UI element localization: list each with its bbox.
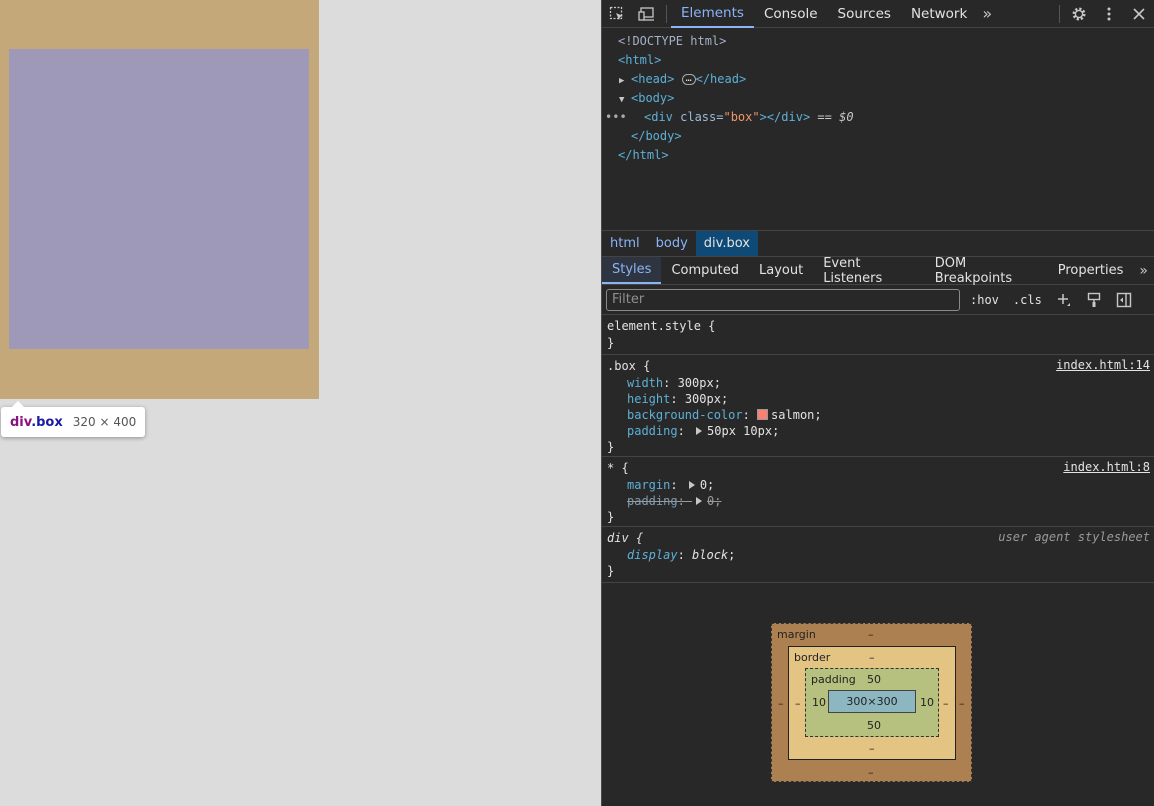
hov-toggle-button[interactable]: :hov (966, 293, 1003, 307)
margin-right-value[interactable]: – (959, 697, 965, 710)
border-label: border (794, 651, 831, 664)
tooltip-selector: div.box (10, 414, 63, 430)
subtab-layout[interactable]: Layout (749, 257, 813, 284)
border-right-value[interactable]: – (943, 697, 949, 710)
border-left-value[interactable]: – (795, 697, 801, 710)
tab-elements[interactable]: Elements (671, 0, 754, 28)
inspect-element-icon[interactable] (602, 0, 632, 28)
collapsed-ellipsis-icon[interactable]: … (681, 74, 696, 85)
declaration-margin[interactable]: margin: 0; (607, 477, 1149, 493)
dom-node-body-close[interactable]: </body> (602, 127, 1154, 146)
padding-right-value[interactable]: 10 (920, 696, 934, 709)
page-viewport: div.box 320 × 400 (0, 0, 601, 806)
box-model-content[interactable]: 300×300 (828, 690, 916, 713)
tab-sources[interactable]: Sources (828, 0, 901, 28)
rule-div-user-agent: div { user agent stylesheet display: blo… (602, 527, 1154, 583)
padding-bottom-value[interactable]: 50 (867, 719, 881, 732)
rule-source-label: user agent stylesheet (998, 530, 1150, 544)
device-toolbar-icon[interactable] (632, 0, 662, 28)
declaration-background-color[interactable]: background-color: salmon; (607, 407, 1149, 423)
declaration-padding[interactable]: padding: 50px 10px; (607, 423, 1149, 439)
expand-shorthand-icon[interactable] (696, 497, 703, 505)
cls-toggle-button[interactable]: .cls (1009, 293, 1046, 307)
subtab-computed[interactable]: Computed (661, 257, 749, 284)
expand-shorthand-icon[interactable] (696, 427, 703, 435)
dom-node-html-close[interactable]: </html> (602, 146, 1154, 165)
tooltip-dimensions: 320 × 400 (72, 415, 137, 429)
devtools-toolbar: Elements Console Sources Network » (602, 0, 1154, 28)
node-actions-dots-icon[interactable]: ••• (605, 108, 627, 127)
rule-source-link[interactable]: index.html:8 (1063, 460, 1150, 474)
inspect-tooltip: div.box 320 × 400 (1, 401, 146, 437)
box-model-border[interactable]: border – – – – padding 50 50 10 10 300×3… (788, 646, 956, 760)
padding-label: padding (811, 673, 856, 686)
close-devtools-icon[interactable] (1124, 0, 1154, 28)
more-subtabs-chevron-icon[interactable]: » (1133, 257, 1154, 284)
subtab-event-listeners[interactable]: Event Listeners (813, 256, 925, 286)
color-swatch[interactable] (757, 409, 769, 420)
box-model-margin[interactable]: margin – – – – border – – – – padding 50… (771, 623, 972, 782)
more-tabs-chevron-icon[interactable]: » (977, 0, 997, 28)
dom-node-div-box-selected[interactable]: ••• <div class="box"></div> == $0 (602, 108, 1154, 127)
kebab-menu-icon[interactable] (1094, 0, 1124, 28)
toggle-sidebar-icon[interactable] (1112, 289, 1136, 311)
breadcrumb-div-box[interactable]: div.box (695, 231, 758, 256)
dom-node-doctype[interactable]: <!DOCTYPE html> (602, 32, 1154, 51)
toolbar-divider (1059, 4, 1060, 23)
styles-filter-input[interactable] (606, 288, 960, 311)
dom-tree: <!DOCTYPE html> <html> ▶ <head> … </head> … (602, 28, 1154, 230)
declaration-padding-overridden[interactable]: padding: 0; (607, 493, 1149, 509)
toolbar-divider (666, 4, 667, 23)
breadcrumb-html[interactable]: html (602, 231, 648, 256)
new-style-rule-plus-icon[interactable] (1052, 289, 1076, 311)
tab-network[interactable]: Network (901, 0, 977, 28)
rule-selector[interactable]: element.style { (607, 318, 1149, 335)
box-model-padding[interactable]: padding 50 50 10 10 300×300 (805, 668, 939, 737)
rule-universal: * { index.html:8 margin: 0; padding: 0; … (602, 457, 1154, 527)
margin-top-value[interactable]: – (868, 628, 874, 641)
margin-label: margin (777, 628, 816, 641)
dom-node-body[interactable]: ▼ <body> (602, 89, 1154, 108)
margin-left-value[interactable]: – (778, 697, 784, 710)
styles-filter-bar: :hov .cls (602, 285, 1154, 315)
rule-element-style: element.style { } (602, 315, 1154, 355)
subtab-styles[interactable]: Styles (602, 257, 662, 284)
declaration-height[interactable]: height: 300px; (607, 391, 1149, 407)
border-top-value[interactable]: – (869, 651, 875, 664)
dom-node-head[interactable]: ▶ <head> … </head> (602, 70, 1154, 89)
padding-left-value[interactable]: 10 (812, 696, 826, 709)
element-highlight-content (9, 49, 309, 349)
rule-box: .box { index.html:14 width: 300px; heigh… (602, 355, 1154, 457)
dom-node-html[interactable]: <html> (602, 51, 1154, 70)
element-highlight-padding (0, 0, 319, 399)
paint-brush-icon[interactable] (1082, 289, 1106, 311)
breadcrumb: html body div.box (602, 230, 1154, 257)
style-rules-pane: element.style { } .box { index.html:14 w… (602, 315, 1154, 583)
border-bottom-value[interactable]: – (869, 742, 875, 755)
subtab-dom-breakpoints[interactable]: DOM Breakpoints (925, 256, 1048, 286)
subtab-properties[interactable]: Properties (1048, 257, 1134, 284)
settings-gear-icon[interactable] (1064, 0, 1094, 28)
declaration-width[interactable]: width: 300px; (607, 375, 1149, 391)
box-model-diagram: margin – – – – border – – – – padding 50… (771, 623, 972, 782)
styles-subtabs: Styles Computed Layout Event Listeners D… (602, 256, 1154, 286)
margin-bottom-value[interactable]: – (868, 766, 874, 779)
declaration-display[interactable]: display: block; (607, 547, 1149, 563)
devtools-panel: Elements Console Sources Network » <!DOC… (601, 0, 1154, 806)
padding-top-value[interactable]: 50 (867, 673, 881, 686)
rule-source-link[interactable]: index.html:14 (1056, 358, 1150, 372)
breadcrumb-body[interactable]: body (648, 231, 696, 256)
expand-shorthand-icon[interactable] (688, 481, 695, 489)
tab-console[interactable]: Console (754, 0, 828, 28)
